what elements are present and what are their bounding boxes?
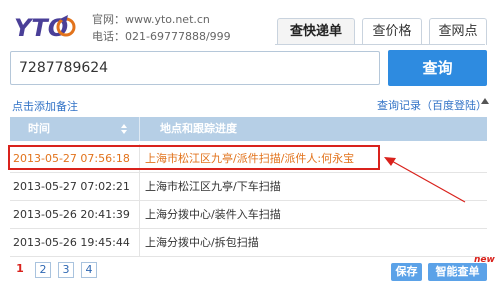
column-header-time[interactable]: 时间 xyxy=(28,117,50,141)
page-2[interactable]: 2 xyxy=(35,262,51,278)
row-detail: 上海市松江区九亭/下车扫描 xyxy=(145,180,281,193)
smart-query-button[interactable]: 智能查单 xyxy=(428,263,487,281)
row-divider xyxy=(139,172,140,200)
phone-text: 电话：021-69777888/999 xyxy=(92,30,231,43)
tracking-number-input[interactable] xyxy=(10,51,380,85)
tab-express-order[interactable]: 查快递单 xyxy=(277,18,355,45)
add-note-link[interactable]: 点击添加备注 xyxy=(12,98,78,114)
row-time: 2013-05-26 19:45:44 xyxy=(13,236,130,249)
table-header: 时间 地点和跟踪进度 xyxy=(10,117,487,141)
row-detail: 上海分拨中心/拆包扫描 xyxy=(145,236,259,249)
page-3[interactable]: 3 xyxy=(58,262,74,278)
search-button[interactable]: 查询 xyxy=(388,50,487,86)
scroll-up-arrow-icon[interactable] xyxy=(481,98,489,104)
annotation-arrow-icon xyxy=(384,157,466,203)
row-time: 2013-05-26 20:41:39 xyxy=(13,208,130,221)
tab-underline xyxy=(275,44,485,45)
page-4[interactable]: 4 xyxy=(81,262,97,278)
row-divider xyxy=(139,228,140,256)
row-detail: 上海分拨中心/装件入车扫描 xyxy=(145,208,281,221)
annotation-highlight-box xyxy=(8,145,380,170)
table-row: 2013-05-26 19:45:44 上海分拨中心/拆包扫描 xyxy=(10,228,487,257)
save-button[interactable]: 保存 xyxy=(391,263,422,281)
row-divider xyxy=(139,200,140,228)
column-header-detail: 地点和跟踪进度 xyxy=(160,122,237,135)
logo-letters: YTO xyxy=(14,14,68,42)
new-badge: new xyxy=(474,255,495,265)
header-divider xyxy=(139,117,140,141)
sort-icon[interactable] xyxy=(120,122,128,136)
page-1[interactable]: 1 xyxy=(12,262,28,278)
yto-logo: YTO xyxy=(14,9,76,45)
tab-price[interactable]: 查价格 xyxy=(362,18,422,45)
tab-outlet[interactable]: 查网点 xyxy=(429,18,487,45)
row-time: 2013-05-27 07:02:21 xyxy=(13,180,130,193)
query-history-link[interactable]: 查询记录（百度登陆） xyxy=(377,97,487,113)
website-text: 官网：www.yto.net.cn xyxy=(92,13,210,26)
